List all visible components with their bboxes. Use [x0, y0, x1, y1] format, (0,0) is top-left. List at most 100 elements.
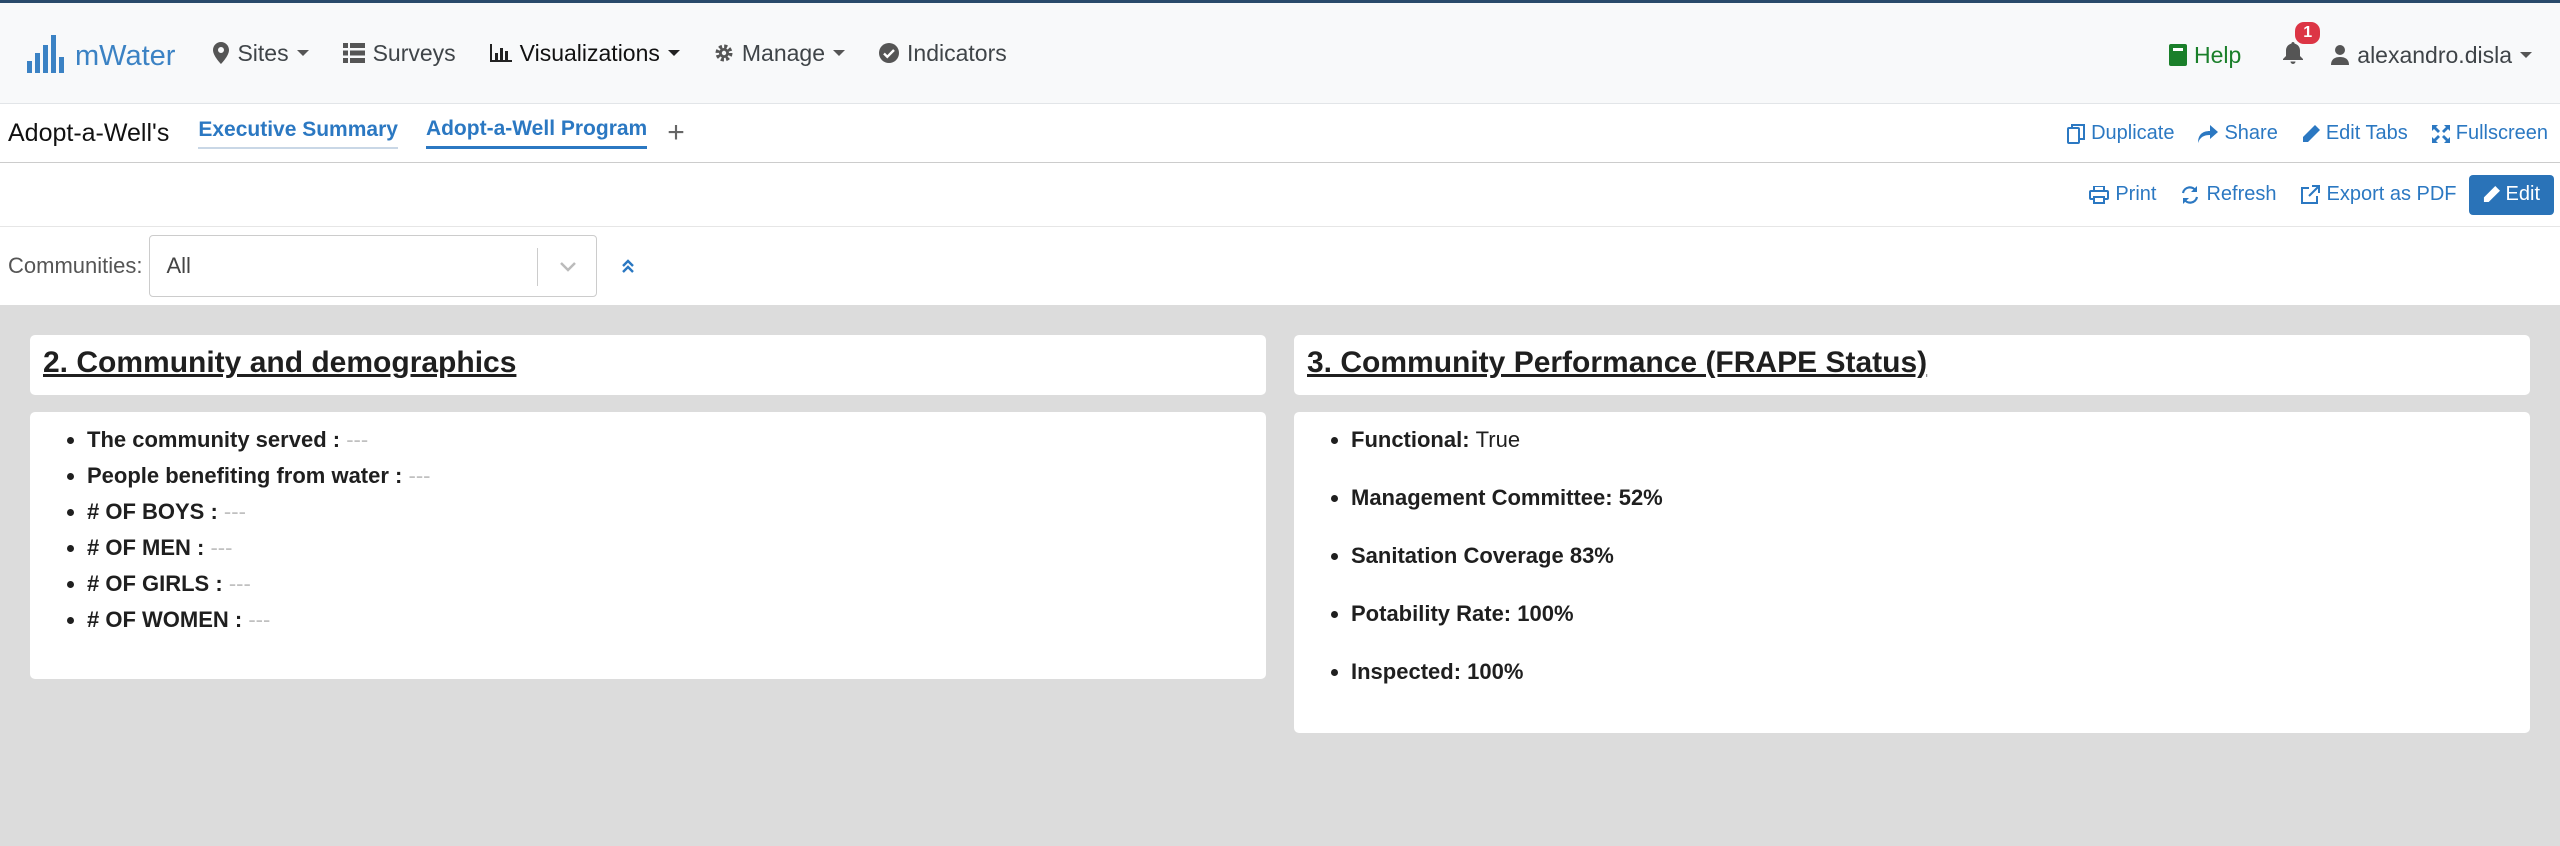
fullscreen-button[interactable]: Fullscreen — [2431, 122, 2548, 145]
map-marker-icon — [213, 42, 230, 64]
chevron-down-icon — [833, 50, 846, 56]
section-title-community-performance: 3. Community Performance (FRAPE Status) — [1307, 346, 1928, 379]
dashboard-tab-bar: Adopt-a-Well's Executive Summary Adopt-a… — [0, 104, 2560, 163]
section-header-left: 2. Community and demographics — [30, 335, 1266, 395]
refresh-button[interactable]: Refresh — [2180, 183, 2276, 206]
tab-adopt-a-well-program[interactable]: Adopt-a-Well Program — [425, 117, 648, 149]
share-icon — [2198, 124, 2219, 143]
item-value: --- — [408, 463, 431, 488]
nav-visualizations[interactable]: Visualizations — [489, 39, 680, 67]
expand-icon — [2431, 124, 2450, 143]
pencil-icon — [2302, 124, 2320, 143]
nav-indicators[interactable]: Indicators — [879, 40, 1007, 67]
list-icon — [342, 43, 365, 63]
nav-sites-label: Sites — [237, 39, 289, 66]
item-label: # OF WOMEN : — [87, 607, 243, 632]
item-label: # OF MEN : — [87, 535, 205, 560]
section-header-right: 3. Community Performance (FRAPE Status) — [1294, 335, 2530, 395]
item-value: --- — [248, 607, 271, 632]
communities-filter-label: Communities: — [8, 253, 143, 278]
edit-button[interactable]: Edit — [2468, 174, 2554, 215]
nav-indicators-label: Indicators — [907, 39, 1007, 66]
list-item: Functional: True — [1351, 422, 1663, 480]
nav-visualizations-label: Visualizations — [519, 39, 660, 66]
item-value: --- — [223, 499, 246, 524]
select-separator — [537, 248, 539, 286]
book-icon — [2168, 44, 2187, 66]
collapse-filters-icon[interactable] — [621, 258, 635, 274]
item-value: --- — [346, 427, 369, 452]
share-label: Share — [2224, 122, 2278, 144]
item-label: Potability Rate: 100% — [1351, 601, 1574, 626]
item-label: # OF GIRLS : — [87, 571, 223, 596]
notifications-button[interactable]: 1 — [2283, 21, 2321, 69]
section-title-community-demographics: 2. Community and demographics — [43, 346, 517, 379]
list-item: The community served : --- — [87, 422, 430, 458]
brand-name: mWater — [75, 40, 176, 72]
share-button[interactable]: Share — [2198, 122, 2278, 145]
item-label: Functional: — [1351, 427, 1470, 452]
help-link[interactable]: Help — [2168, 42, 2241, 69]
demographics-list: The community served : --- People benefi… — [87, 422, 430, 638]
user-menu[interactable]: alexandro.disla — [2331, 42, 2532, 69]
item-label: Inspected: 100% — [1351, 659, 1524, 684]
list-item: Potability Rate: 100% — [1351, 596, 1663, 654]
list-item: Management Committee: 52% — [1351, 480, 1663, 538]
edit-label: Edit — [2505, 183, 2540, 205]
communities-select[interactable]: All — [149, 235, 598, 297]
chevron-down-icon — [296, 50, 309, 56]
refresh-icon — [2180, 185, 2200, 205]
bar-chart-icon — [489, 44, 512, 62]
list-item: Sanitation Coverage 83% — [1351, 538, 1663, 596]
nav-manage-label: Manage — [741, 39, 826, 66]
list-item: # OF MEN : --- — [87, 530, 430, 566]
user-name: alexandro.disla — [2357, 41, 2512, 68]
nav-manage[interactable]: Manage — [714, 39, 846, 67]
community-performance-card: Functional: True Management Committee: 5… — [1294, 412, 2530, 733]
user-icon — [2331, 45, 2350, 65]
chevron-down-icon — [2520, 52, 2532, 58]
nav-sites[interactable]: Sites — [213, 39, 309, 67]
performance-list: Functional: True Management Committee: 5… — [1351, 422, 1663, 712]
item-value: True — [1475, 427, 1521, 452]
item-label: Management Committee: 52% — [1351, 485, 1663, 510]
tab-executive-summary[interactable]: Executive Summary — [198, 118, 398, 149]
nav-surveys[interactable]: Surveys — [342, 39, 456, 67]
nav-surveys-label: Surveys — [372, 39, 456, 66]
item-value: --- — [210, 535, 233, 560]
refresh-label: Refresh — [2206, 183, 2277, 205]
communities-select-value: All — [166, 253, 191, 278]
duplicate-button[interactable]: Duplicate — [2067, 122, 2174, 145]
pencil-icon — [2483, 186, 2500, 203]
chevron-down-icon — [558, 256, 578, 276]
check-circle-icon — [879, 43, 900, 63]
list-item: # OF GIRLS : --- — [87, 566, 430, 602]
item-label: The community served : — [87, 427, 341, 452]
bell-icon — [2283, 41, 2304, 69]
filter-bar: Communities: All — [0, 227, 2560, 305]
community-demographics-card: The community served : --- People benefi… — [30, 412, 1266, 679]
notification-badge: 1 — [2295, 21, 2321, 44]
dashboard-toolbar: Print Refresh Export as PDF Edit — [0, 163, 2560, 227]
add-tab-button[interactable]: + — [667, 118, 685, 148]
mwater-logo-icon — [27, 35, 67, 73]
export-pdf-button[interactable]: Export as PDF — [2300, 183, 2457, 206]
dashboard-content: 2. Community and demographics The commun… — [0, 305, 2560, 846]
edit-tabs-label: Edit Tabs — [2325, 122, 2408, 144]
list-item: People benefiting from water : --- — [87, 458, 430, 494]
item-label: # OF BOYS : — [87, 499, 218, 524]
list-item: # OF BOYS : --- — [87, 494, 430, 530]
print-button[interactable]: Print — [2089, 183, 2156, 206]
edit-tabs-button[interactable]: Edit Tabs — [2302, 122, 2408, 145]
print-label: Print — [2115, 183, 2157, 205]
item-value: --- — [228, 571, 251, 596]
printer-icon — [2089, 185, 2110, 204]
brand-logo[interactable]: mWater — [27, 33, 175, 73]
copy-icon — [2067, 123, 2086, 144]
list-item: # OF WOMEN : --- — [87, 602, 430, 638]
duplicate-label: Duplicate — [2091, 122, 2175, 144]
fullscreen-label: Fullscreen — [2455, 122, 2548, 144]
item-label: Sanitation Coverage 83% — [1351, 543, 1614, 568]
dashboard-title: Adopt-a-Well's — [8, 118, 170, 147]
top-navbar: mWater Sites Surveys Visualizations Mana… — [0, 0, 2560, 104]
